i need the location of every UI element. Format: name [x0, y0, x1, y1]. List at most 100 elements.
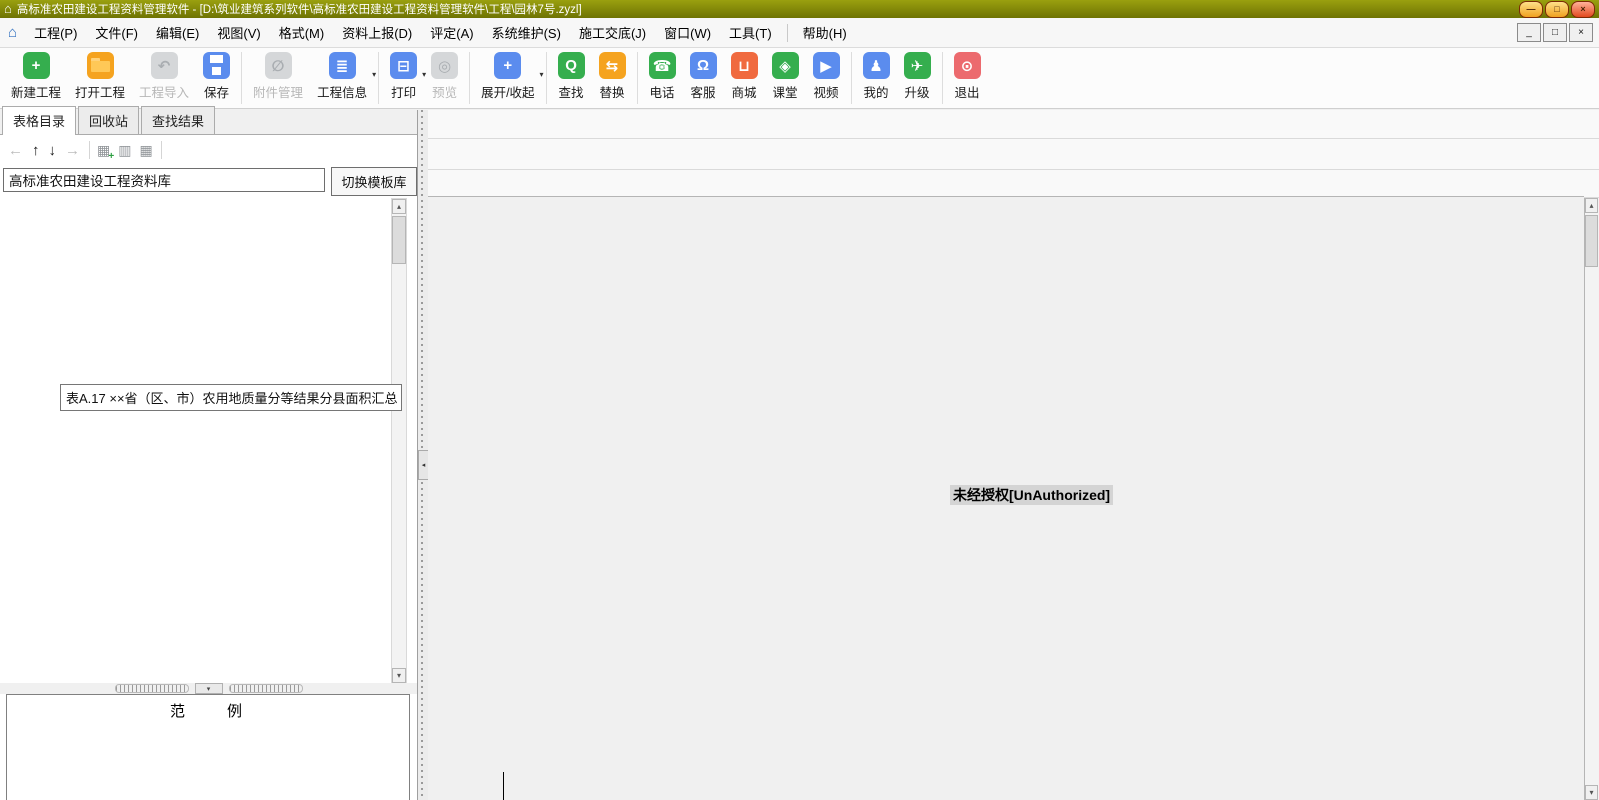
mdi-minimize-button[interactable]: _ — [1517, 23, 1541, 42]
my-account-icon: ♟ — [863, 52, 890, 79]
sheet-scroll-thumb[interactable] — [1585, 215, 1598, 267]
copy-table-icon[interactable]: ▥ — [118, 142, 131, 159]
attachment-manage-icon: ∅ — [265, 52, 292, 79]
toolbar-button-label: 工程信息 — [317, 82, 367, 101]
nav-left-icon[interactable]: ← — [8, 142, 23, 159]
toolbar-button-support[interactable]: Ω客服 — [690, 52, 717, 101]
upgrade-icon: ✈ — [904, 52, 931, 79]
sidebar-tab[interactable]: 查找结果 — [141, 106, 215, 134]
table-manage-icon[interactable]: ▦ — [139, 142, 152, 159]
toolbar-separator — [851, 52, 852, 104]
menu-bar: ⌂ 工程(P)文件(F)编辑(E)视图(V)格式(M)资料上报(D)评定(A)系… — [0, 18, 1599, 48]
menu-item[interactable]: 视图(V) — [208, 20, 269, 45]
toolbar-button-mall[interactable]: ⊔ 商城 — [731, 52, 758, 101]
mall-icon: ⊔ — [731, 52, 758, 79]
menu-item[interactable]: 评定(A) — [421, 20, 482, 45]
menu-item[interactable]: 编辑(E) — [147, 20, 208, 45]
toolbar-button-replace[interactable]: ⇆替换 — [599, 52, 626, 101]
toolbar-button-save[interactable]: 保存 — [203, 52, 230, 101]
toolbar-separator — [546, 52, 547, 104]
menu-item[interactable]: 帮助(H) — [794, 20, 856, 45]
switch-template-library-button[interactable]: 切换模板库 — [331, 167, 417, 196]
toolbar-separator — [241, 52, 242, 104]
toolbar-button-import-project[interactable]: ↶ 工程导入 — [139, 52, 189, 101]
sidebar-tab[interactable]: 回收站 — [78, 106, 139, 134]
phone-icon: ☎ — [649, 52, 676, 79]
toolbar-button-label: 电话 — [650, 82, 675, 101]
toolbar-button-attachment-manage[interactable]: ∅附件管理 — [253, 52, 303, 101]
dropdown-arrow-icon[interactable]: ▾ — [422, 70, 426, 79]
toolbar-button-project-info[interactable]: ≣▾工程信息 — [317, 52, 367, 101]
title-bar: ⌂ 高标准农田建设工程资料管理软件 - [D:\筑业建筑系列软件\高标准农田建设… — [0, 0, 1599, 18]
toolbar-button-upgrade[interactable]: ✈升级 — [904, 52, 931, 101]
nav-right-icon[interactable]: → — [65, 142, 80, 159]
toolbar-button-label: 保存 — [204, 82, 229, 101]
mdi-close-button[interactable]: × — [1569, 23, 1593, 42]
unauthorized-watermark: 未经授权[UnAuthorized] — [950, 485, 1113, 505]
toolbar-button-classroom[interactable]: ◈课堂 — [772, 52, 799, 101]
save-icon — [203, 52, 230, 79]
sidebar-tab[interactable]: 表格目录 — [2, 106, 76, 135]
minimize-button[interactable]: — — [1519, 1, 1543, 18]
toolbar-button-label: 替换 — [600, 82, 625, 101]
row12-cell-divider — [503, 772, 504, 800]
home-icon[interactable]: ⌂ — [8, 24, 17, 41]
example-panel-title: 范 例 — [7, 700, 409, 721]
nav-up-icon[interactable]: ↑ — [32, 142, 40, 159]
close-button[interactable]: × — [1571, 1, 1595, 18]
tree-scrollbar[interactable]: ▴ ▾ — [391, 198, 407, 684]
support-icon: Ω — [690, 52, 717, 79]
dropdown-arrow-icon[interactable]: ▾ — [540, 70, 544, 79]
mdi-restore-button[interactable]: □ — [1543, 23, 1567, 42]
tree-item-tooltip: 表A.17 ××省（区、市）农用地质量分等结果分县面积汇总 — [60, 384, 402, 411]
menu-item[interactable]: 资料上报(D) — [333, 20, 421, 45]
sheet-scroll-down-button[interactable]: ▾ — [1585, 785, 1598, 800]
toolbar-button-phone[interactable]: ☎ 电话 — [649, 52, 676, 101]
tree-scroll-thumb[interactable] — [392, 216, 406, 264]
toolbar-button-find[interactable]: Q查找 — [558, 52, 585, 101]
new-project-icon: + — [23, 52, 50, 79]
menu-items: 工程(P)文件(F)编辑(E)视图(V)格式(M)资料上报(D)评定(A)系统维… — [25, 20, 856, 45]
tree-scroll-down-button[interactable]: ▾ — [392, 668, 406, 683]
spreadsheet: 未经授权[UnAuthorized] — [428, 196, 1584, 800]
template-library-row: 切换模板库 — [0, 167, 417, 197]
main-toolbar: +新建工程打开工程↶工程导入保存∅附件管理≣▾工程信息⊟▾打印◎预览+▾展开/收… — [0, 48, 1599, 109]
toolbar-button-label: 工程导入 — [139, 82, 189, 101]
toolbar-button-preview[interactable]: ◎预览 — [431, 52, 458, 101]
editor-area: 未经授权[UnAuthorized] ▴ ▾ — [428, 110, 1599, 800]
menu-item[interactable]: 文件(F) — [86, 20, 147, 45]
splitter-handle[interactable] — [229, 684, 303, 693]
find-icon: Q — [558, 52, 585, 79]
toolbar-button-exit[interactable]: ⊙退出 — [954, 52, 981, 101]
menu-item[interactable]: 工具(T) — [720, 20, 781, 45]
toolbar-button-label: 打开工程 — [75, 82, 125, 101]
toolbar-button-video[interactable]: ▶视频 — [813, 52, 840, 101]
toolbar-button-print[interactable]: ⊟▾打印 — [390, 52, 417, 101]
menu-item[interactable]: 窗口(W) — [655, 20, 720, 45]
example-panel-splitter[interactable]: ▾ — [0, 683, 417, 694]
toolbar-button-label: 展开/收起 — [481, 82, 534, 101]
add-table-icon[interactable]: ▦ — [97, 142, 110, 159]
toolbar-button-new-project[interactable]: +新建工程 — [11, 52, 61, 101]
toolbar-button-label: 商城 — [732, 82, 757, 101]
sheet-vertical-scrollbar[interactable]: ▴ ▾ — [1584, 198, 1599, 800]
library-name-input[interactable] — [3, 168, 325, 192]
project-info-icon: ≣ — [329, 52, 356, 79]
restore-button[interactable]: □ — [1545, 1, 1569, 18]
menu-item[interactable]: 格式(M) — [270, 20, 334, 45]
menu-item[interactable]: 系统维护(S) — [483, 20, 570, 45]
toolbar-button-expand-collapse[interactable]: +▾展开/收起 — [481, 52, 534, 101]
tree-scroll-up-button[interactable]: ▴ — [392, 199, 406, 214]
window-title: 高标准农田建设工程资料管理软件 - [D:\筑业建筑系列软件\高标准农田建设工程… — [17, 1, 1517, 17]
sheet-scroll-up-button[interactable]: ▴ — [1585, 198, 1598, 213]
nav-down-icon[interactable]: ↓ — [49, 142, 57, 159]
import-project-icon: ↶ — [151, 52, 178, 79]
dropdown-arrow-icon[interactable]: ▾ — [372, 70, 376, 79]
toolbar-button-my-account[interactable]: ♟我的 — [863, 52, 890, 101]
toolbar-button-open-project[interactable]: 打开工程 — [75, 52, 125, 101]
splitter-handle[interactable] — [115, 684, 189, 693]
menu-item[interactable]: 施工交底(J) — [570, 20, 655, 45]
splitter-collapse-button[interactable]: ▾ — [195, 683, 223, 694]
menu-item[interactable]: 工程(P) — [25, 20, 86, 45]
expand-collapse-icon: + — [494, 52, 521, 79]
